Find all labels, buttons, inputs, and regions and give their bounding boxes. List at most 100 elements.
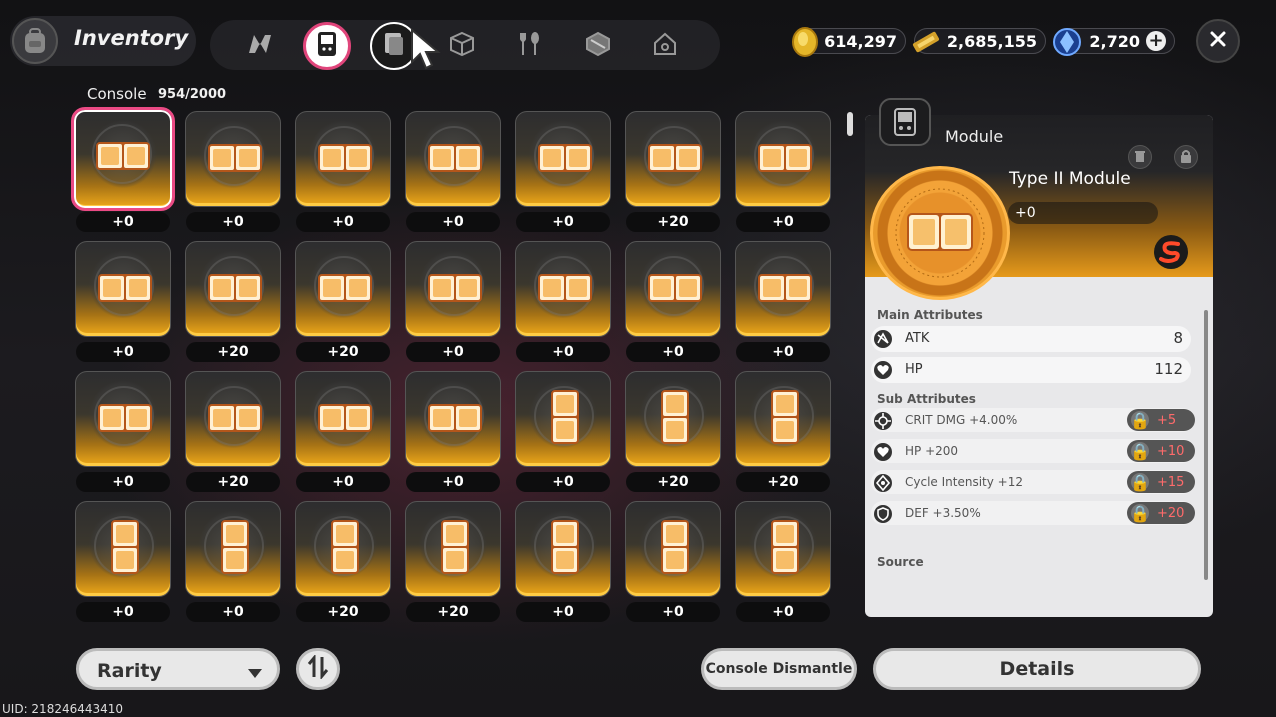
item-level-label: +0 [296, 212, 390, 232]
gold-coin-icon [788, 25, 822, 59]
item-level-label: +20 [186, 472, 280, 492]
item-level-label: +0 [76, 602, 170, 622]
inventory-item[interactable]: +0 [734, 240, 832, 362]
item-level-label: +0 [626, 602, 720, 622]
inventory-item[interactable]: +20 [624, 110, 722, 232]
top-bar: Inventory 614,297 2,685,155 2,720 + [0, 0, 1276, 80]
module-icon [318, 404, 372, 432]
mouse-pointer-icon [410, 27, 442, 70]
sub-attr-bonus: 🔒 +5 [1127, 409, 1195, 431]
sort-order-button[interactable] [296, 648, 340, 690]
item-card [75, 371, 171, 467]
tab-home[interactable] [641, 22, 689, 70]
inventory-item[interactable]: +0 [514, 500, 612, 622]
inventory-item[interactable]: +0 [71, 107, 175, 232]
chevron-down-icon [247, 664, 263, 683]
tab-box[interactable] [438, 22, 486, 70]
sub-attr-row: CRIT DMG +4.00% 🔒 +5 [871, 408, 1195, 432]
inventory-item[interactable]: +0 [294, 110, 392, 232]
sub-attr-name: Cycle Intensity +12 [905, 475, 1023, 489]
inventory-item[interactable]: +0 [514, 110, 612, 232]
inventory-item[interactable]: +20 [294, 500, 392, 622]
currency-crystal[interactable]: 2,720 + [1053, 28, 1175, 56]
item-card [735, 501, 831, 597]
inventory-item[interactable]: +0 [74, 370, 172, 492]
tab-material[interactable] [574, 22, 622, 70]
module-icon [221, 520, 249, 574]
module-icon [551, 390, 579, 444]
inventory-item[interactable]: +0 [514, 240, 612, 362]
inventory-item[interactable]: +0 [404, 240, 502, 362]
tab-console[interactable] [303, 22, 351, 70]
inventory-item[interactable]: +20 [624, 370, 722, 492]
module-icon [428, 144, 482, 172]
item-card [185, 241, 281, 337]
inventory-item[interactable]: +0 [184, 500, 282, 622]
module-icon [758, 274, 812, 302]
inventory-item[interactable]: +20 [734, 370, 832, 492]
rarity-filter-dropdown[interactable]: Rarity [76, 648, 280, 690]
item-card [295, 501, 391, 597]
attr-name: HP [905, 362, 923, 377]
module-icon [648, 144, 702, 172]
inventory-item[interactable]: +20 [184, 370, 282, 492]
item-level-label: +0 [736, 212, 830, 232]
item-level: +0 [1008, 202, 1158, 224]
module-icon [771, 520, 799, 574]
item-card [75, 501, 171, 597]
inventory-item[interactable]: +0 [514, 370, 612, 492]
tab-overview[interactable] [236, 22, 284, 70]
item-card [625, 501, 721, 597]
sub-attr-bonus: 🔒 +15 [1127, 471, 1195, 493]
inventory-item[interactable]: +0 [404, 370, 502, 492]
lock-icon: 🔒 [1130, 410, 1150, 430]
item-card [185, 111, 281, 207]
lock-button[interactable] [1174, 145, 1198, 169]
module-icon [208, 274, 262, 302]
inventory-item[interactable]: +0 [624, 500, 722, 622]
inventory-item[interactable]: +0 [184, 110, 282, 232]
item-level-label: +0 [76, 472, 170, 492]
box-icon [449, 31, 475, 61]
inventory-item[interactable]: +0 [734, 110, 832, 232]
module-icon [98, 404, 152, 432]
detail-scrollbar[interactable] [1204, 310, 1208, 580]
item-card [515, 241, 611, 337]
console-dismantle-button[interactable]: Console Dismantle [701, 648, 857, 690]
grid-scrollbar[interactable] [847, 112, 853, 136]
gold-amount: 614,297 [824, 31, 897, 51]
trash-icon [1134, 148, 1146, 167]
item-card [185, 371, 281, 467]
close-button[interactable] [1196, 19, 1240, 63]
inventory-item[interactable]: +0 [734, 500, 832, 622]
inventory-item[interactable]: +0 [74, 240, 172, 362]
add-crystal-button[interactable]: + [1146, 31, 1166, 51]
discard-button[interactable] [1128, 145, 1152, 169]
rarity-label: Rarity [97, 660, 162, 682]
inventory-item[interactable]: +20 [184, 240, 282, 362]
lock-icon [1180, 148, 1192, 167]
sub-attr-row: DEF +3.50% 🔒 +20 [871, 501, 1195, 525]
tab-food[interactable] [506, 22, 554, 70]
inventory-item[interactable]: +0 [294, 370, 392, 492]
details-button[interactable]: Details [873, 648, 1201, 690]
detail-category: Module [945, 127, 1004, 146]
inventory-item[interactable]: +20 [294, 240, 392, 362]
inventory-item[interactable]: +0 [404, 110, 502, 232]
inventory-item[interactable]: +0 [624, 240, 722, 362]
attr-row-hp: HP 112 [871, 357, 1191, 383]
item-name: Type II Module [1009, 169, 1131, 189]
currency-ticket[interactable]: 2,685,155 [912, 28, 1046, 54]
sub-attr-name: CRIT DMG +4.00% [905, 413, 1018, 427]
item-card [735, 371, 831, 467]
ticket-amount: 2,685,155 [946, 31, 1037, 51]
inventory-item[interactable]: +20 [404, 500, 502, 622]
item-level-label: +20 [626, 212, 720, 232]
cycle-icon [873, 473, 893, 493]
page-title: Inventory [74, 26, 189, 50]
item-level-label: +20 [296, 602, 390, 622]
inventory-item[interactable]: +0 [74, 500, 172, 622]
module-icon [111, 520, 139, 574]
sub-attr-bonus: 🔒 +10 [1127, 440, 1195, 462]
currency-gold[interactable]: 614,297 [792, 27, 906, 57]
